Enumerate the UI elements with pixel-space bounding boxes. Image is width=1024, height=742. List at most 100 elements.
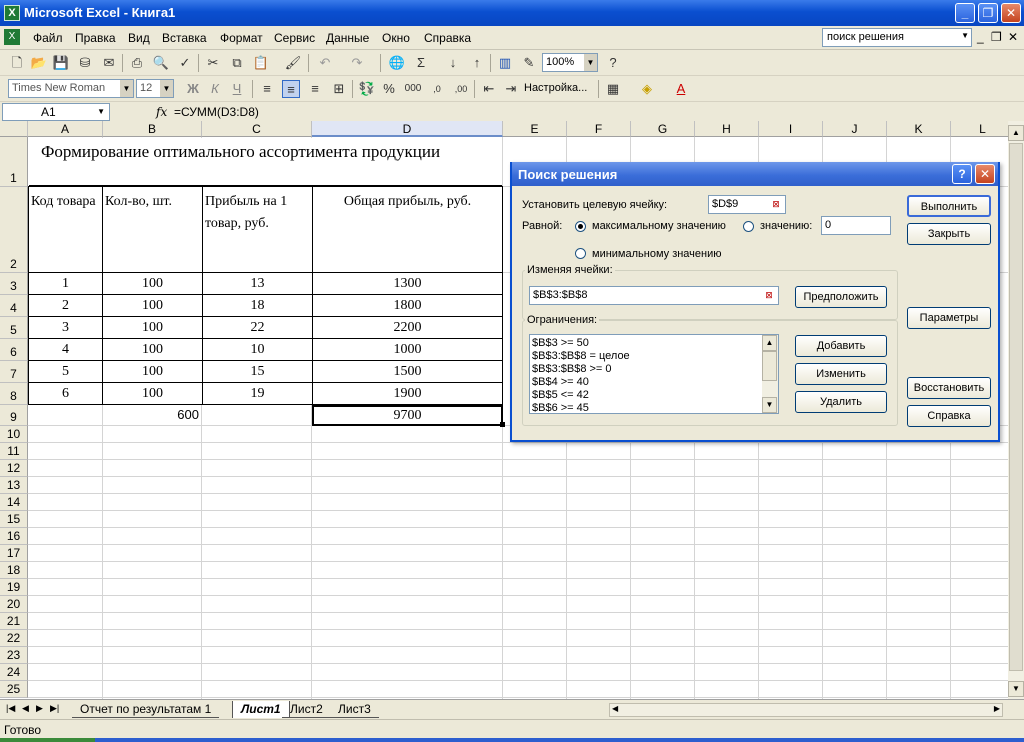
row-header[interactable]: 20 — [0, 596, 28, 613]
settings-button[interactable]: Настройка... — [524, 82, 587, 94]
chevron-down-icon[interactable]: ▼ — [97, 107, 105, 116]
header-cell[interactable]: Кол-во, шт. — [102, 186, 203, 273]
chevron-down-icon[interactable]: ▼ — [120, 80, 133, 97]
close-button[interactable]: ✕ — [1001, 3, 1021, 23]
vertical-scrollbar[interactable]: ▲ ▼ — [1008, 121, 1024, 699]
merge-center-icon[interactable]: ⊞ — [330, 80, 348, 98]
font-color-icon[interactable]: A — [672, 80, 690, 98]
guess-button[interactable]: Предположить — [795, 286, 887, 308]
row-header[interactable]: 19 — [0, 579, 28, 596]
row-header[interactable]: 1 — [0, 137, 28, 187]
paste-icon[interactable]: 📋 — [252, 54, 270, 72]
align-center-icon[interactable]: ≡ — [282, 80, 300, 98]
constraints-list[interactable]: $B$3 >= 50 $B$3:$B$8 = целое $B$3:$B$8 >… — [529, 334, 779, 414]
minimize-button[interactable]: _ — [955, 3, 975, 23]
font-select[interactable]: Times New Roman ▼ — [8, 79, 134, 98]
sort-descending-icon[interactable]: ↑ — [468, 54, 486, 72]
row-header[interactable]: 24 — [0, 664, 28, 681]
name-box[interactable]: A1 ▼ — [2, 103, 110, 121]
dialog-help-icon[interactable]: ? — [952, 164, 972, 184]
currency-icon[interactable]: 💱 — [358, 80, 376, 98]
workbook-minimize-button[interactable]: _ — [977, 30, 984, 44]
table-cell[interactable]: 2200 — [312, 316, 503, 339]
scroll-left-icon[interactable]: ◀ — [612, 704, 618, 713]
save-icon[interactable]: 💾 — [52, 54, 70, 72]
list-item[interactable]: $B$3:$B$8 >= 0 — [532, 363, 612, 375]
open-icon[interactable]: 📂 — [30, 54, 48, 72]
tab-sheet3[interactable]: Лист3 — [330, 701, 379, 718]
value-radio[interactable] — [743, 221, 754, 232]
select-all-corner[interactable] — [0, 121, 28, 137]
formula-input[interactable]: =СУММ(D3:D8) — [174, 105, 259, 119]
header-cell[interactable]: Прибыль на 1 товар, руб. — [202, 186, 313, 273]
mail-icon[interactable]: ✉ — [100, 54, 118, 72]
column-header[interactable]: D — [312, 121, 503, 137]
table-cell[interactable]: 100 — [102, 338, 203, 361]
column-header[interactable]: L — [951, 121, 1008, 137]
scroll-down-icon[interactable]: ▼ — [1008, 681, 1024, 697]
table-cell[interactable]: 18 — [202, 294, 313, 317]
borders-icon[interactable]: ▦ — [604, 80, 622, 98]
table-cell[interactable]: 100 — [102, 360, 203, 383]
horizontal-scrollbar[interactable]: ◀ ▶ — [609, 703, 1003, 717]
table-cell[interactable]: 1900 — [312, 382, 503, 405]
menu-tools[interactable]: Сервис — [274, 31, 315, 45]
ref-edit-icon[interactable]: ⊠ — [768, 197, 784, 212]
chart-wizard-icon[interactable]: ▥ — [496, 54, 514, 72]
print-icon[interactable]: ⎙ — [128, 54, 146, 72]
value-radio-label[interactable]: значению: — [760, 220, 812, 232]
prev-sheet-icon[interactable]: ◀ — [22, 703, 29, 714]
cut-icon[interactable]: ✂ — [204, 54, 222, 72]
workbook-restore-button[interactable]: ❐ — [991, 30, 1002, 44]
tab-sheet1[interactable]: Лист1 — [232, 701, 290, 718]
row-header[interactable]: 14 — [0, 494, 28, 511]
scroll-up-icon[interactable]: ▲ — [1008, 125, 1024, 141]
row-header[interactable]: 12 — [0, 460, 28, 477]
table-cell[interactable]: 1000 — [312, 338, 503, 361]
list-item[interactable]: $B$6 >= 45 — [532, 402, 589, 413]
menu-window[interactable]: Окно — [382, 31, 410, 45]
column-header[interactable]: I — [759, 121, 823, 137]
indent-icon[interactable]: ⇥ — [502, 80, 520, 98]
insert-function-icon[interactable]: fx — [156, 105, 167, 119]
redo-icon[interactable]: ↷ — [348, 54, 366, 72]
row-header[interactable]: 8 — [0, 383, 28, 405]
table-cell[interactable]: 3 — [28, 316, 103, 339]
row-header[interactable]: 7 — [0, 361, 28, 383]
table-cell[interactable]: 1500 — [312, 360, 503, 383]
help-button[interactable]: Справка — [907, 405, 991, 427]
row-header[interactable]: 10 — [0, 426, 28, 443]
table-cell[interactable]: 6 — [28, 382, 103, 405]
menu-format[interactable]: Формат — [220, 31, 263, 45]
total-quantity-cell[interactable]: 600 — [103, 407, 199, 425]
column-header[interactable]: C — [202, 121, 312, 137]
workbook-close-button[interactable]: ✕ — [1008, 30, 1018, 44]
menu-help[interactable]: Справка — [424, 31, 471, 45]
max-radio-label[interactable]: максимальному значению — [592, 220, 726, 232]
workbook-icon[interactable]: X — [4, 29, 20, 45]
max-radio[interactable] — [575, 221, 586, 232]
chevron-down-icon[interactable]: ▼ — [961, 31, 969, 40]
table-cell[interactable]: 100 — [102, 272, 203, 295]
font-size-select[interactable]: 12 ▼ — [136, 79, 174, 98]
underline-icon[interactable]: Ч — [228, 80, 246, 98]
options-button[interactable]: Параметры — [907, 307, 991, 329]
drawing-icon[interactable]: ✎ — [520, 54, 538, 72]
align-right-icon[interactable]: ≡ — [306, 80, 324, 98]
menu-insert[interactable]: Вставка — [162, 31, 207, 45]
hyperlink-icon[interactable]: 🌐 — [388, 54, 406, 72]
menu-file[interactable]: Файл — [33, 31, 63, 45]
table-cell[interactable]: 1800 — [312, 294, 503, 317]
min-radio-label[interactable]: минимальному значению — [592, 248, 722, 260]
tab-report[interactable]: Отчет по результатам 1 — [72, 701, 220, 718]
row-header[interactable]: 9 — [0, 405, 28, 426]
ref-edit-icon[interactable]: ⊠ — [761, 288, 777, 303]
min-radio[interactable] — [575, 248, 586, 259]
close-dialog-button[interactable]: Закрыть — [907, 223, 991, 245]
row-header[interactable]: 17 — [0, 545, 28, 562]
bold-icon[interactable]: Ж — [184, 80, 202, 98]
table-cell[interactable]: 5 — [28, 360, 103, 383]
menu-data[interactable]: Данные — [326, 31, 369, 45]
next-sheet-icon[interactable]: ▶ — [36, 703, 43, 714]
header-cell[interactable]: Код товара — [28, 186, 103, 273]
